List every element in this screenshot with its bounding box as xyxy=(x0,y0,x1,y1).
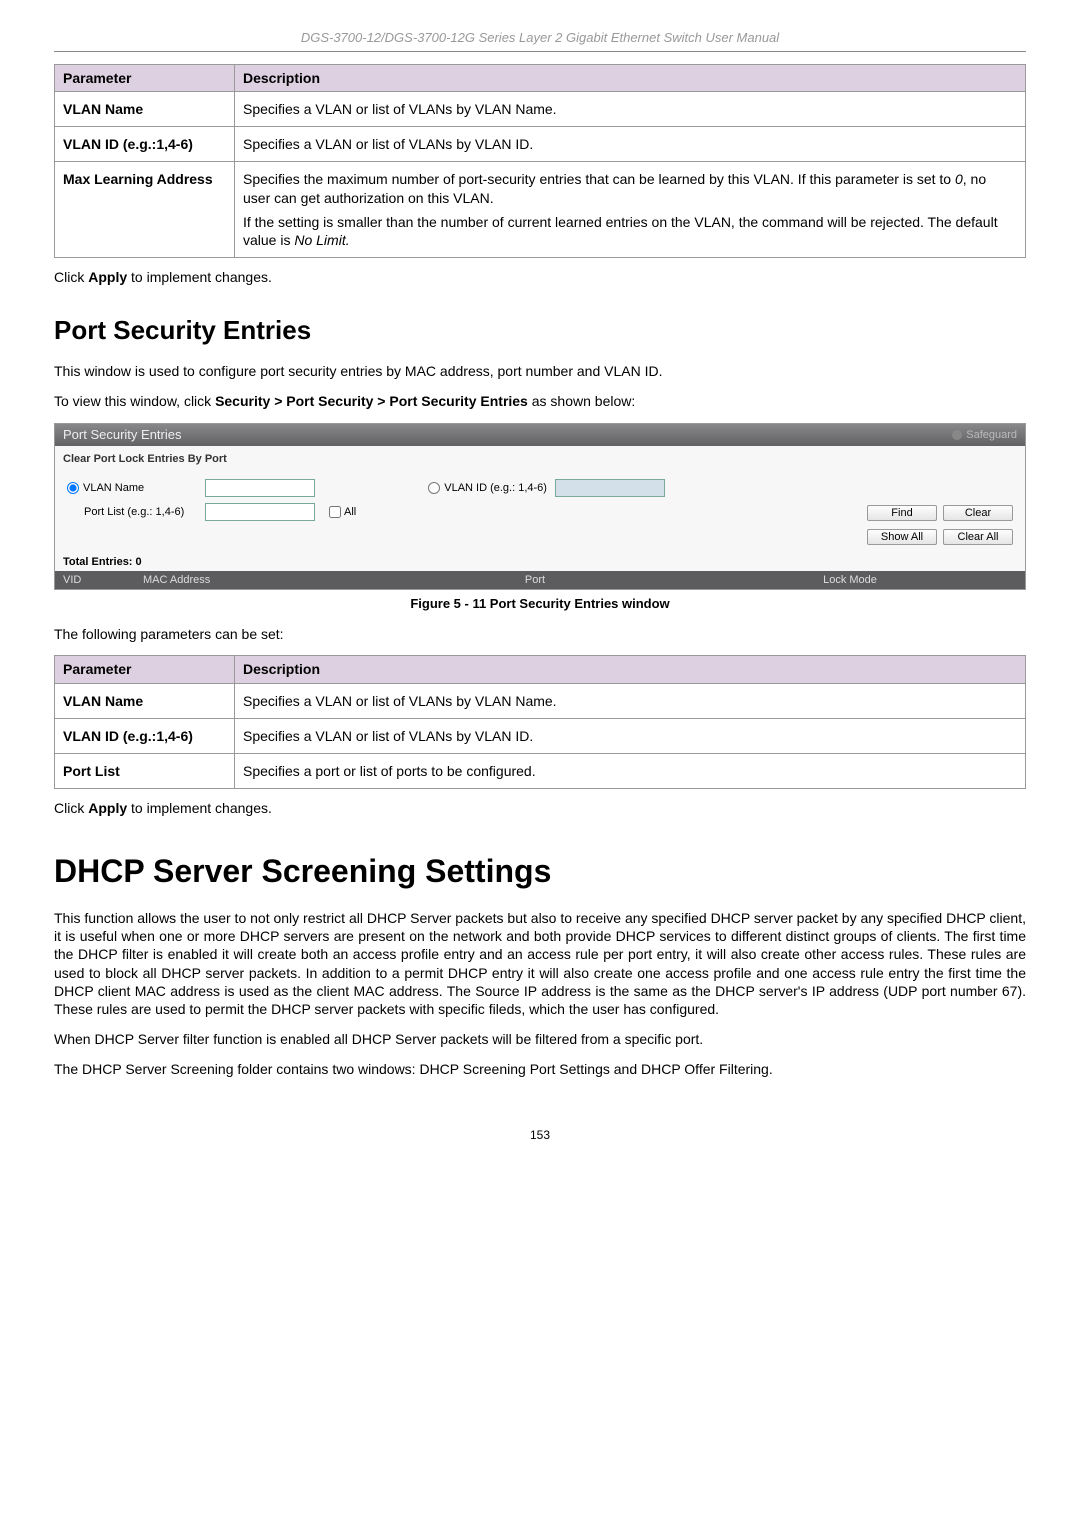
all-checkbox[interactable] xyxy=(329,506,341,518)
col-lockmode: Lock Mode xyxy=(675,571,1025,589)
clear-all-button[interactable]: Clear All xyxy=(943,529,1013,545)
manual-header: DGS-3700-12/DGS-3700-12G Series Layer 2 … xyxy=(54,30,1026,47)
param-max-learning: Max Learning Address xyxy=(55,162,235,258)
apply-instruction: Click Apply to implement changes. xyxy=(54,268,1026,286)
desc-text2: If the setting is smaller than the numbe… xyxy=(243,214,998,248)
vlan-id-radio[interactable] xyxy=(428,482,440,494)
panel-title: Port Security Entries xyxy=(63,427,182,444)
desc-italic: 0 xyxy=(955,171,963,187)
bold-text: Apply xyxy=(88,269,127,285)
port-security-panel: Port Security Entries Safeguard Clear Po… xyxy=(54,423,1026,591)
text: Click xyxy=(54,269,88,285)
param-vlan-name: VLAN Name xyxy=(55,683,235,718)
bold-text: Security > Port Security > Port Security… xyxy=(215,393,528,409)
safeguard-badge: Safeguard xyxy=(952,428,1017,442)
param-port-list: Port List xyxy=(55,753,235,788)
desc-vlan-id: Specifies a VLAN or list of VLANs by VLA… xyxy=(235,127,1026,162)
vlan-id-row: VLAN ID (e.g.: 1,4-6) xyxy=(428,479,665,497)
safeguard-icon xyxy=(952,430,962,440)
table-row: VLAN Name Specifies a VLAN or list of VL… xyxy=(55,683,1026,718)
desc-vlan-name: Specifies a VLAN or list of VLANs by VLA… xyxy=(235,683,1026,718)
clear-button[interactable]: Clear xyxy=(943,505,1013,521)
col-header-description: Description xyxy=(235,64,1026,91)
secondary-buttons: Show All Clear All xyxy=(55,525,1025,553)
form-left-col: VLAN Name Port List (e.g.: 1,4-6) All xyxy=(67,479,356,521)
port-list-label: Port List (e.g.: 1,4-6) xyxy=(67,505,197,519)
safeguard-label: Safeguard xyxy=(966,428,1017,442)
vlan-id-input[interactable] xyxy=(555,479,665,497)
col-port: Port xyxy=(395,571,675,589)
vlan-name-radio-label[interactable]: VLAN Name xyxy=(67,481,197,495)
param-vlan-id: VLAN ID (e.g.:1,4-6) xyxy=(55,127,235,162)
total-entries-label: Total Entries: 0 xyxy=(55,553,1025,571)
vlan-name-radio[interactable] xyxy=(67,482,79,494)
show-all-button[interactable]: Show All xyxy=(867,529,937,545)
col-header-parameter: Parameter xyxy=(55,64,235,91)
panel-header: Port Security Entries Safeguard xyxy=(55,424,1025,447)
port-list-row: Port List (e.g.: 1,4-6) All xyxy=(67,503,356,521)
parameter-table-2: Parameter Description VLAN Name Specifie… xyxy=(54,655,1026,789)
page-number: 153 xyxy=(54,1128,1026,1144)
desc-text: Specifies the maximum number of port-sec… xyxy=(243,171,955,187)
dhcp-para-1: This function allows the user to not onl… xyxy=(54,909,1026,1018)
table-row: VLAN Name Specifies a VLAN or list of VL… xyxy=(55,92,1026,127)
col-vid: VID xyxy=(55,571,135,589)
text: To view this window, click xyxy=(54,393,215,409)
panel-sublabel: Clear Port Lock Entries By Port xyxy=(55,446,1025,468)
section-heading-dhcp: DHCP Server Screening Settings xyxy=(54,851,1026,893)
form-buttons: Find Clear xyxy=(867,479,1013,521)
figure-caption: Figure 5 - 11 Port Security Entries wind… xyxy=(54,596,1026,613)
section-heading-port-security: Port Security Entries xyxy=(54,314,1026,348)
nav-instruction: To view this window, click Security > Po… xyxy=(54,392,1026,410)
text: as shown below: xyxy=(528,393,635,409)
intro-text: This window is used to configure port se… xyxy=(54,362,1026,380)
param-vlan-name: VLAN Name xyxy=(55,92,235,127)
desc-italic2: No Limit. xyxy=(294,232,349,248)
text: Click xyxy=(54,800,88,816)
param-vlan-id: VLAN ID (e.g.:1,4-6) xyxy=(55,718,235,753)
table-row: Port List Specifies a port or list of po… xyxy=(55,753,1026,788)
col-header-description: Description xyxy=(235,656,1026,683)
desc-vlan-name: Specifies a VLAN or list of VLANs by VLA… xyxy=(235,92,1026,127)
vlan-name-input[interactable] xyxy=(205,479,315,497)
text: to implement changes. xyxy=(127,269,272,285)
col-header-parameter: Parameter xyxy=(55,656,235,683)
col-mac: MAC Address xyxy=(135,571,395,589)
vlan-name-label-text: VLAN Name xyxy=(83,481,144,495)
desc-vlan-id: Specifies a VLAN or list of VLANs by VLA… xyxy=(235,718,1026,753)
filter-form: VLAN Name Port List (e.g.: 1,4-6) All VL… xyxy=(55,469,1025,525)
table-row: Max Learning Address Specifies the maxim… xyxy=(55,162,1026,258)
find-button[interactable]: Find xyxy=(867,505,937,521)
table-row: VLAN ID (e.g.:1,4-6) Specifies a VLAN or… xyxy=(55,127,1026,162)
apply-instruction-2: Click Apply to implement changes. xyxy=(54,799,1026,817)
dhcp-para-3: The DHCP Server Screening folder contain… xyxy=(54,1060,1026,1078)
all-label: All xyxy=(344,505,356,519)
desc-port-list: Specifies a port or list of ports to be … xyxy=(235,753,1026,788)
entries-column-header: VID MAC Address Port Lock Mode xyxy=(55,571,1025,589)
params-intro: The following parameters can be set: xyxy=(54,625,1026,643)
table-row: VLAN ID (e.g.:1,4-6) Specifies a VLAN or… xyxy=(55,718,1026,753)
vlan-id-label-text: VLAN ID (e.g.: 1,4-6) xyxy=(444,481,547,495)
bold-text: Apply xyxy=(88,800,127,816)
dhcp-para-2: When DHCP Server filter function is enab… xyxy=(54,1030,1026,1048)
header-divider xyxy=(54,51,1026,52)
port-list-input[interactable] xyxy=(205,503,315,521)
vlan-name-row: VLAN Name xyxy=(67,479,356,497)
all-checkbox-wrap[interactable]: All xyxy=(329,505,356,519)
desc-max-learning: Specifies the maximum number of port-sec… xyxy=(235,162,1026,258)
parameter-table-1: Parameter Description VLAN Name Specifie… xyxy=(54,64,1026,258)
text: to implement changes. xyxy=(127,800,272,816)
vlan-id-radio-label[interactable]: VLAN ID (e.g.: 1,4-6) xyxy=(428,481,547,495)
